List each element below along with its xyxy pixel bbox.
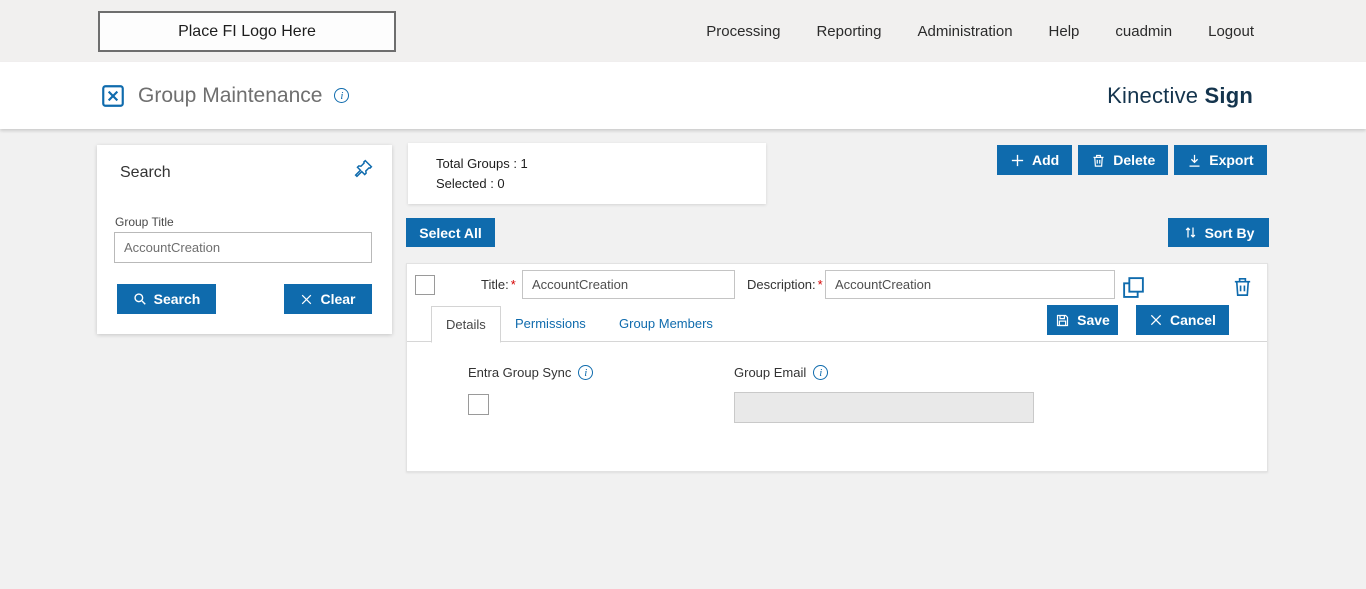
- nav-administration[interactable]: Administration: [918, 23, 1013, 40]
- group-actions: Add Delete Export: [997, 145, 1267, 175]
- delete-button[interactable]: Delete: [1078, 145, 1169, 175]
- group-row: Title:* Description:* Details Permission…: [406, 263, 1268, 472]
- fi-logo-text: Place FI Logo Here: [178, 22, 316, 40]
- header-left: Group Maintenance i: [100, 62, 350, 129]
- description-label: Description: *: [747, 277, 823, 292]
- entra-group-sync-text: Entra Group Sync: [468, 365, 572, 380]
- title-label-text: Title:: [481, 277, 509, 292]
- x-icon: [302, 294, 312, 304]
- clear-button-label: Clear: [320, 291, 356, 307]
- select-all-button[interactable]: Select All: [406, 218, 495, 247]
- fi-logo-placeholder: Place FI Logo Here: [98, 11, 396, 52]
- title-required-marker: *: [510, 277, 516, 292]
- brand-logo: Kinective Sign: [1107, 62, 1253, 129]
- title-label: Title: *: [481, 277, 516, 292]
- x-icon: [1150, 314, 1162, 326]
- group-email-info-icon[interactable]: i: [813, 365, 829, 380]
- tab-permissions[interactable]: Permissions: [515, 316, 586, 331]
- export-button-label: Export: [1209, 152, 1254, 168]
- page-header: Group Maintenance i Kinective Sign: [0, 62, 1366, 129]
- entra-group-sync-checkbox[interactable]: [468, 394, 489, 415]
- search-icon: [133, 293, 146, 305]
- export-button[interactable]: Export: [1174, 145, 1267, 175]
- brand-bold: Sign: [1204, 82, 1253, 108]
- sort-by-label: Sort By: [1204, 224, 1255, 241]
- pin-icon[interactable]: [353, 158, 374, 179]
- cancel-button-label: Cancel: [1170, 312, 1216, 328]
- sort-by-button[interactable]: Sort By: [1168, 218, 1269, 247]
- search-panel-title: Search: [120, 164, 171, 181]
- copy-button[interactable]: [1121, 275, 1146, 300]
- description-input[interactable]: [825, 270, 1115, 299]
- delete-button-label: Delete: [1113, 152, 1156, 168]
- row-checkbox[interactable]: [415, 275, 435, 295]
- tab-group-members[interactable]: Group Members: [619, 316, 713, 331]
- select-all-label: Select All: [419, 224, 482, 241]
- save-icon: [1057, 314, 1069, 326]
- nav-processing[interactable]: Processing: [706, 23, 780, 40]
- add-button-label: Add: [1032, 152, 1060, 168]
- search-panel: Search Group Title Search Clear: [97, 145, 392, 334]
- nav-help[interactable]: Help: [1049, 23, 1080, 40]
- cancel-button[interactable]: Cancel: [1136, 305, 1229, 335]
- group-email-text: Group Email: [734, 365, 807, 380]
- row-delete-button[interactable]: [1231, 275, 1254, 298]
- trash-icon: [1234, 278, 1251, 296]
- search-button[interactable]: Search: [117, 284, 216, 314]
- total-groups-text: Total Groups : 1: [436, 156, 528, 171]
- group-email-label: Group Email i: [734, 365, 829, 380]
- groups-summary: Total Groups : 1 Selected : 0: [408, 143, 766, 204]
- copy-icon: [1123, 277, 1144, 298]
- description-label-text: Description:: [747, 277, 816, 292]
- selected-count-text: Selected : 0: [436, 176, 505, 191]
- clear-button[interactable]: Clear: [284, 284, 372, 314]
- save-button-label: Save: [1077, 312, 1110, 328]
- sort-icon: [1185, 227, 1195, 238]
- search-button-label: Search: [153, 291, 201, 307]
- page-title: Group Maintenance: [138, 83, 323, 107]
- plus-icon: [1011, 154, 1024, 166]
- entra-group-sync-label: Entra Group Sync i: [468, 365, 594, 380]
- brand-regular: Kinective: [1107, 82, 1199, 108]
- add-button[interactable]: Add: [997, 145, 1073, 175]
- entra-info-icon[interactable]: i: [578, 365, 594, 380]
- download-icon: [1189, 154, 1200, 167]
- top-bar: Place FI Logo Here Processing Reporting …: [0, 0, 1366, 62]
- group-maintenance-icon: [102, 84, 124, 107]
- nav-logout[interactable]: Logout: [1208, 23, 1254, 40]
- title-input[interactable]: [522, 270, 735, 299]
- tab-details[interactable]: Details: [431, 306, 501, 343]
- top-nav: Processing Reporting Administration Help…: [706, 0, 1254, 62]
- save-button[interactable]: Save: [1047, 305, 1118, 335]
- group-title-input[interactable]: [114, 232, 372, 263]
- nav-reporting[interactable]: Reporting: [816, 23, 881, 40]
- trash-icon: [1093, 154, 1104, 167]
- nav-cuadmin[interactable]: cuadmin: [1115, 23, 1172, 40]
- description-required-marker: *: [817, 277, 823, 292]
- group-title-label: Group Title: [115, 215, 174, 229]
- page-title-info-icon[interactable]: i: [334, 88, 350, 103]
- page: Place FI Logo Here Processing Reporting …: [0, 0, 1366, 589]
- group-email-input: [734, 392, 1034, 423]
